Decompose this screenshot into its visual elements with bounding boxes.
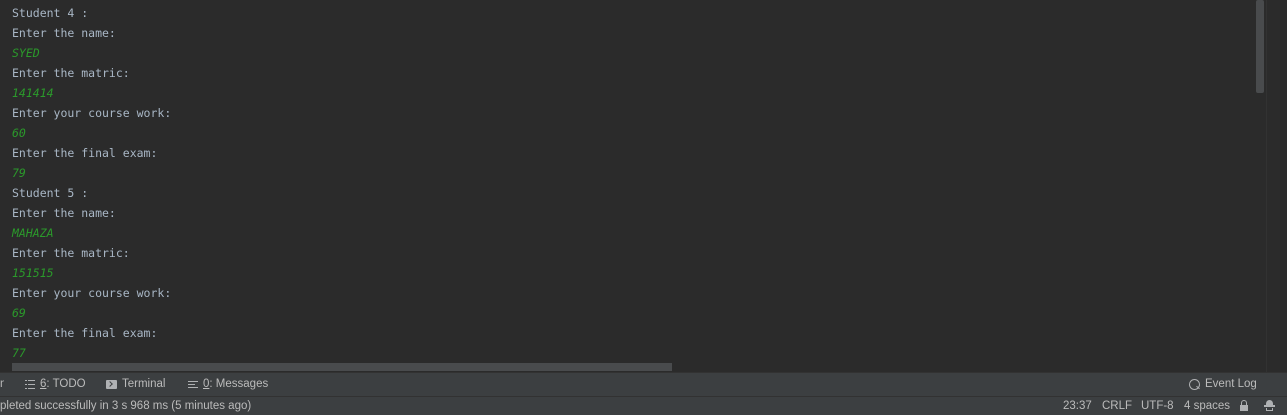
terminal-icon bbox=[106, 380, 117, 389]
right-gutter bbox=[1266, 0, 1287, 372]
status-bar: pleted successfully in 3 s 968 ms (5 min… bbox=[0, 396, 1287, 415]
console-line-user-input: 141414 bbox=[12, 86, 54, 100]
terminal-tool-button[interactable]: Terminal bbox=[106, 373, 165, 396]
console-line-output: Enter your course work: bbox=[12, 106, 172, 120]
event-log-label: Event Log bbox=[1205, 378, 1257, 390]
console-line-output: Enter the final exam: bbox=[12, 326, 158, 340]
console-line-user-input: 60 bbox=[12, 126, 26, 140]
console-line-output: Student 5 : bbox=[12, 186, 89, 200]
console-line-output: Enter the name: bbox=[12, 26, 116, 40]
messages-tool-label: 0: Messages bbox=[203, 378, 269, 390]
todo-tool-button[interactable]: 6: TODO bbox=[25, 373, 86, 396]
todo-list-icon bbox=[25, 380, 35, 389]
console-lines: Student 4 : Enter the name: SYED Enter t… bbox=[12, 3, 171, 363]
line-separator-selector[interactable]: CRLF bbox=[1102, 397, 1132, 415]
messages-tool-button[interactable]: 0: Messages bbox=[188, 373, 268, 396]
horizontal-scrollbar[interactable] bbox=[0, 362, 1254, 372]
console-line-user-input: 79 bbox=[12, 166, 26, 180]
run-console-output[interactable]: Student 4 : Enter the name: SYED Enter t… bbox=[0, 0, 1287, 372]
console-line-output: Enter the matric: bbox=[12, 66, 130, 80]
status-message[interactable]: pleted successfully in 3 s 968 ms (5 min… bbox=[0, 397, 251, 415]
horizontal-scrollbar-thumb[interactable] bbox=[12, 363, 672, 371]
console-line-user-input: 151515 bbox=[12, 266, 54, 280]
console-line-user-input: 77 bbox=[12, 346, 26, 360]
console-line-user-input: SYED bbox=[12, 46, 40, 60]
messages-icon bbox=[188, 380, 198, 389]
unlock-icon[interactable] bbox=[1240, 400, 1248, 411]
encoding-selector[interactable]: UTF-8 bbox=[1141, 397, 1174, 415]
console-line-output: Enter the matric: bbox=[12, 246, 130, 260]
console-line-user-input: 69 bbox=[12, 306, 26, 320]
console-line-user-input: MAHAZA bbox=[12, 226, 54, 240]
event-log-icon bbox=[1189, 379, 1200, 390]
todo-tool-label: 6: TODO bbox=[40, 378, 86, 390]
terminal-tool-label: Terminal bbox=[122, 378, 166, 390]
console-line-output: Enter the final exam: bbox=[12, 146, 158, 160]
vertical-scrollbar-thumb[interactable] bbox=[1256, 0, 1264, 93]
vertical-scrollbar[interactable] bbox=[1254, 0, 1266, 362]
console-line-output: Enter your course work: bbox=[12, 286, 172, 300]
console-line-output: Student 4 : bbox=[12, 6, 89, 20]
event-log-tool-button[interactable]: Event Log bbox=[1189, 373, 1257, 396]
hector-inspector-icon[interactable] bbox=[1264, 400, 1275, 411]
console-line-output: Enter the name: bbox=[12, 206, 116, 220]
tool-window-bar: n 6: TODO Terminal 0: Messages Event Log bbox=[0, 372, 1287, 396]
indent-selector[interactable]: 4 spaces bbox=[1184, 397, 1230, 415]
ide-run-window: Student 4 : Enter the name: SYED Enter t… bbox=[0, 0, 1287, 415]
tool-window-tab-partial[interactable]: n bbox=[0, 373, 4, 396]
caret-position[interactable]: 23:37 bbox=[1063, 397, 1092, 415]
